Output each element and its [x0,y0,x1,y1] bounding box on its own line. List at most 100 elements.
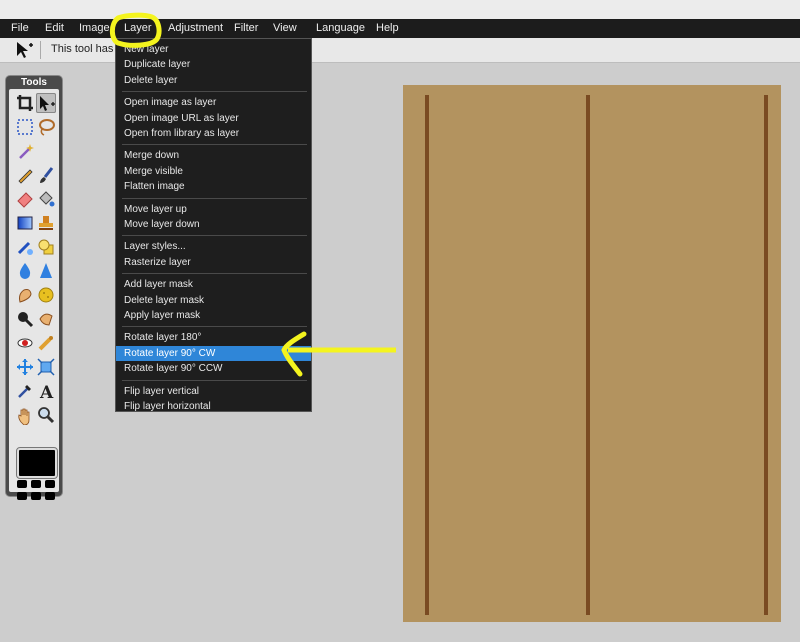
layer-menu-item[interactable]: Merge down [116,148,311,163]
smudge-icon[interactable] [15,285,35,305]
dodge-icon[interactable] [36,309,56,329]
menu-bar: File Edit Image Layer Adjustment Filter … [0,19,800,38]
layer-menu-item[interactable]: Add layer mask [116,277,311,292]
sponge-icon[interactable] [36,285,56,305]
layer-menu-item-label: Rotate layer 90° CW [124,347,216,359]
layer-menu-item[interactable]: Move layer up [116,202,311,217]
gradient-icon[interactable] [15,213,35,233]
layer-menu-item-label: Move layer down [124,219,200,230]
layer-menu-item[interactable]: Delete layer [116,73,311,88]
menu-separator [122,235,307,237]
layer-menu-dropdown: New layer Duplicate layer Delete layer Open… [115,38,312,412]
layer-menu-item-label: Open from library as layer [124,128,240,139]
layer-menu-item[interactable]: Merge visible [116,164,311,179]
menu-separator [122,326,307,328]
mode-button[interactable] [31,480,41,488]
layer-menu-item[interactable]: Flip layer vertical [116,384,311,399]
foreground-color-swatch[interactable] [16,447,58,479]
burn-icon[interactable] [15,309,35,329]
paint-bucket-icon[interactable] [36,189,56,209]
shape-icon[interactable] [36,237,56,257]
brush-icon[interactable] [36,165,56,185]
menu-view[interactable]: View [273,22,297,35]
tools-grid: A [9,89,59,500]
layer-menu-item[interactable]: Open image as layer [116,95,311,110]
crop-icon[interactable] [15,93,35,113]
blur-icon[interactable] [15,261,35,281]
canvas-stripe [764,95,768,615]
lasso-icon[interactable] [36,117,56,137]
layer-menu-item-label: Rotate layer 90° CCW [124,363,223,375]
layer-menu-item-label: Move layer up [124,203,187,215]
bloat-icon[interactable] [36,333,56,353]
menu-layer[interactable]: Layer [124,22,152,35]
document-canvas[interactable] [403,85,781,622]
layer-menu-item[interactable]: Rasterize layer [116,255,311,270]
layer-menu-item[interactable]: Rotate layer 180° [116,330,311,345]
layer-menu-item[interactable]: Flatten image [116,179,311,194]
move-icon[interactable] [36,93,56,113]
magic-wand-icon[interactable] [15,141,35,161]
layer-menu-item[interactable]: Open image URL as layer [116,111,311,126]
hand-icon[interactable] [15,405,35,425]
mode-button[interactable] [45,492,55,500]
mode-button[interactable] [17,480,27,488]
mode-button[interactable] [31,492,41,500]
layer-menu-item-label: Open image URL as layer [124,112,239,124]
layer-menu-item[interactable]: Duplicate layer [116,57,311,72]
type-icon[interactable]: A [36,381,56,401]
menu-image[interactable]: Image [79,22,110,35]
layer-menu-item-label: Open image as layer [124,97,217,109]
layer-menu-item-label: Delete layer mask [124,294,205,306]
layer-menu-item-label: Merge down [124,150,180,162]
sharpen-icon[interactable] [36,261,56,281]
menu-filter[interactable]: Filter [234,22,258,35]
layer-menu-item[interactable]: Delete layer mask [116,293,311,308]
canvas-stripe [586,95,590,615]
stamp-icon[interactable] [36,213,56,233]
layer-menu-item-label: Apply layer mask [124,310,201,321]
menu-file[interactable]: File [11,22,29,35]
tools-panel: Tools A [6,76,62,500]
mode-button[interactable] [45,480,55,488]
red-eye-icon[interactable] [15,333,35,353]
pencil-icon[interactable] [15,165,35,185]
menu-edit[interactable]: Edit [45,22,64,35]
layer-menu-item-label: Layer styles... [124,241,186,253]
menu-separator [122,197,307,199]
move-tool-icon [14,41,34,59]
layer-menu-item[interactable]: Rotate layer 90° CCW [116,361,311,376]
layer-menu-item-label: Delete layer [124,74,178,86]
color-picker-icon[interactable] [15,381,35,401]
menu-separator [122,379,307,381]
color-replace-icon[interactable] [15,237,35,257]
layer-menu-item[interactable]: Apply layer mask [116,308,311,323]
menu-language[interactable]: Language [316,22,365,35]
canvas-stripe [425,95,429,615]
menu-adjustment[interactable]: Adjustment [168,22,223,35]
zoom-icon[interactable] [36,405,56,425]
layer-menu-item[interactable]: Layer styles... [116,239,311,254]
layer-menu-item-label: Flip layer vertical [124,385,200,397]
spherize-icon[interactable] [36,357,56,377]
layer-menu-item-label: Flip layer horizontal [124,401,211,412]
marquee-icon[interactable] [15,117,35,137]
layer-menu-item[interactable]: Flip layer horizontal [116,399,311,414]
mode-button[interactable] [17,492,27,500]
toolbar-separator [40,41,41,59]
layer-menu-item-label: Rotate layer 180° [124,332,202,344]
layer-menu-item-label: Flatten image [124,181,185,193]
layer-menu-item[interactable]: Open from library as layer [116,126,311,141]
tools-panel-title: Tools [21,77,47,88]
menu-help[interactable]: Help [376,22,399,35]
menu-separator [122,273,307,275]
svg-text:A: A [39,383,54,401]
browser-top-strip [0,0,800,19]
layer-menu-item[interactable]: Rotate layer 90° CW [116,345,311,361]
layer-menu-item[interactable]: New layer [116,42,311,57]
layer-menu-item[interactable]: Move layer down [116,217,311,232]
pinch-icon[interactable] [15,357,35,377]
layer-menu-item-label: Duplicate layer [124,59,191,71]
menu-separator [122,91,307,93]
eraser-icon[interactable] [15,189,35,209]
